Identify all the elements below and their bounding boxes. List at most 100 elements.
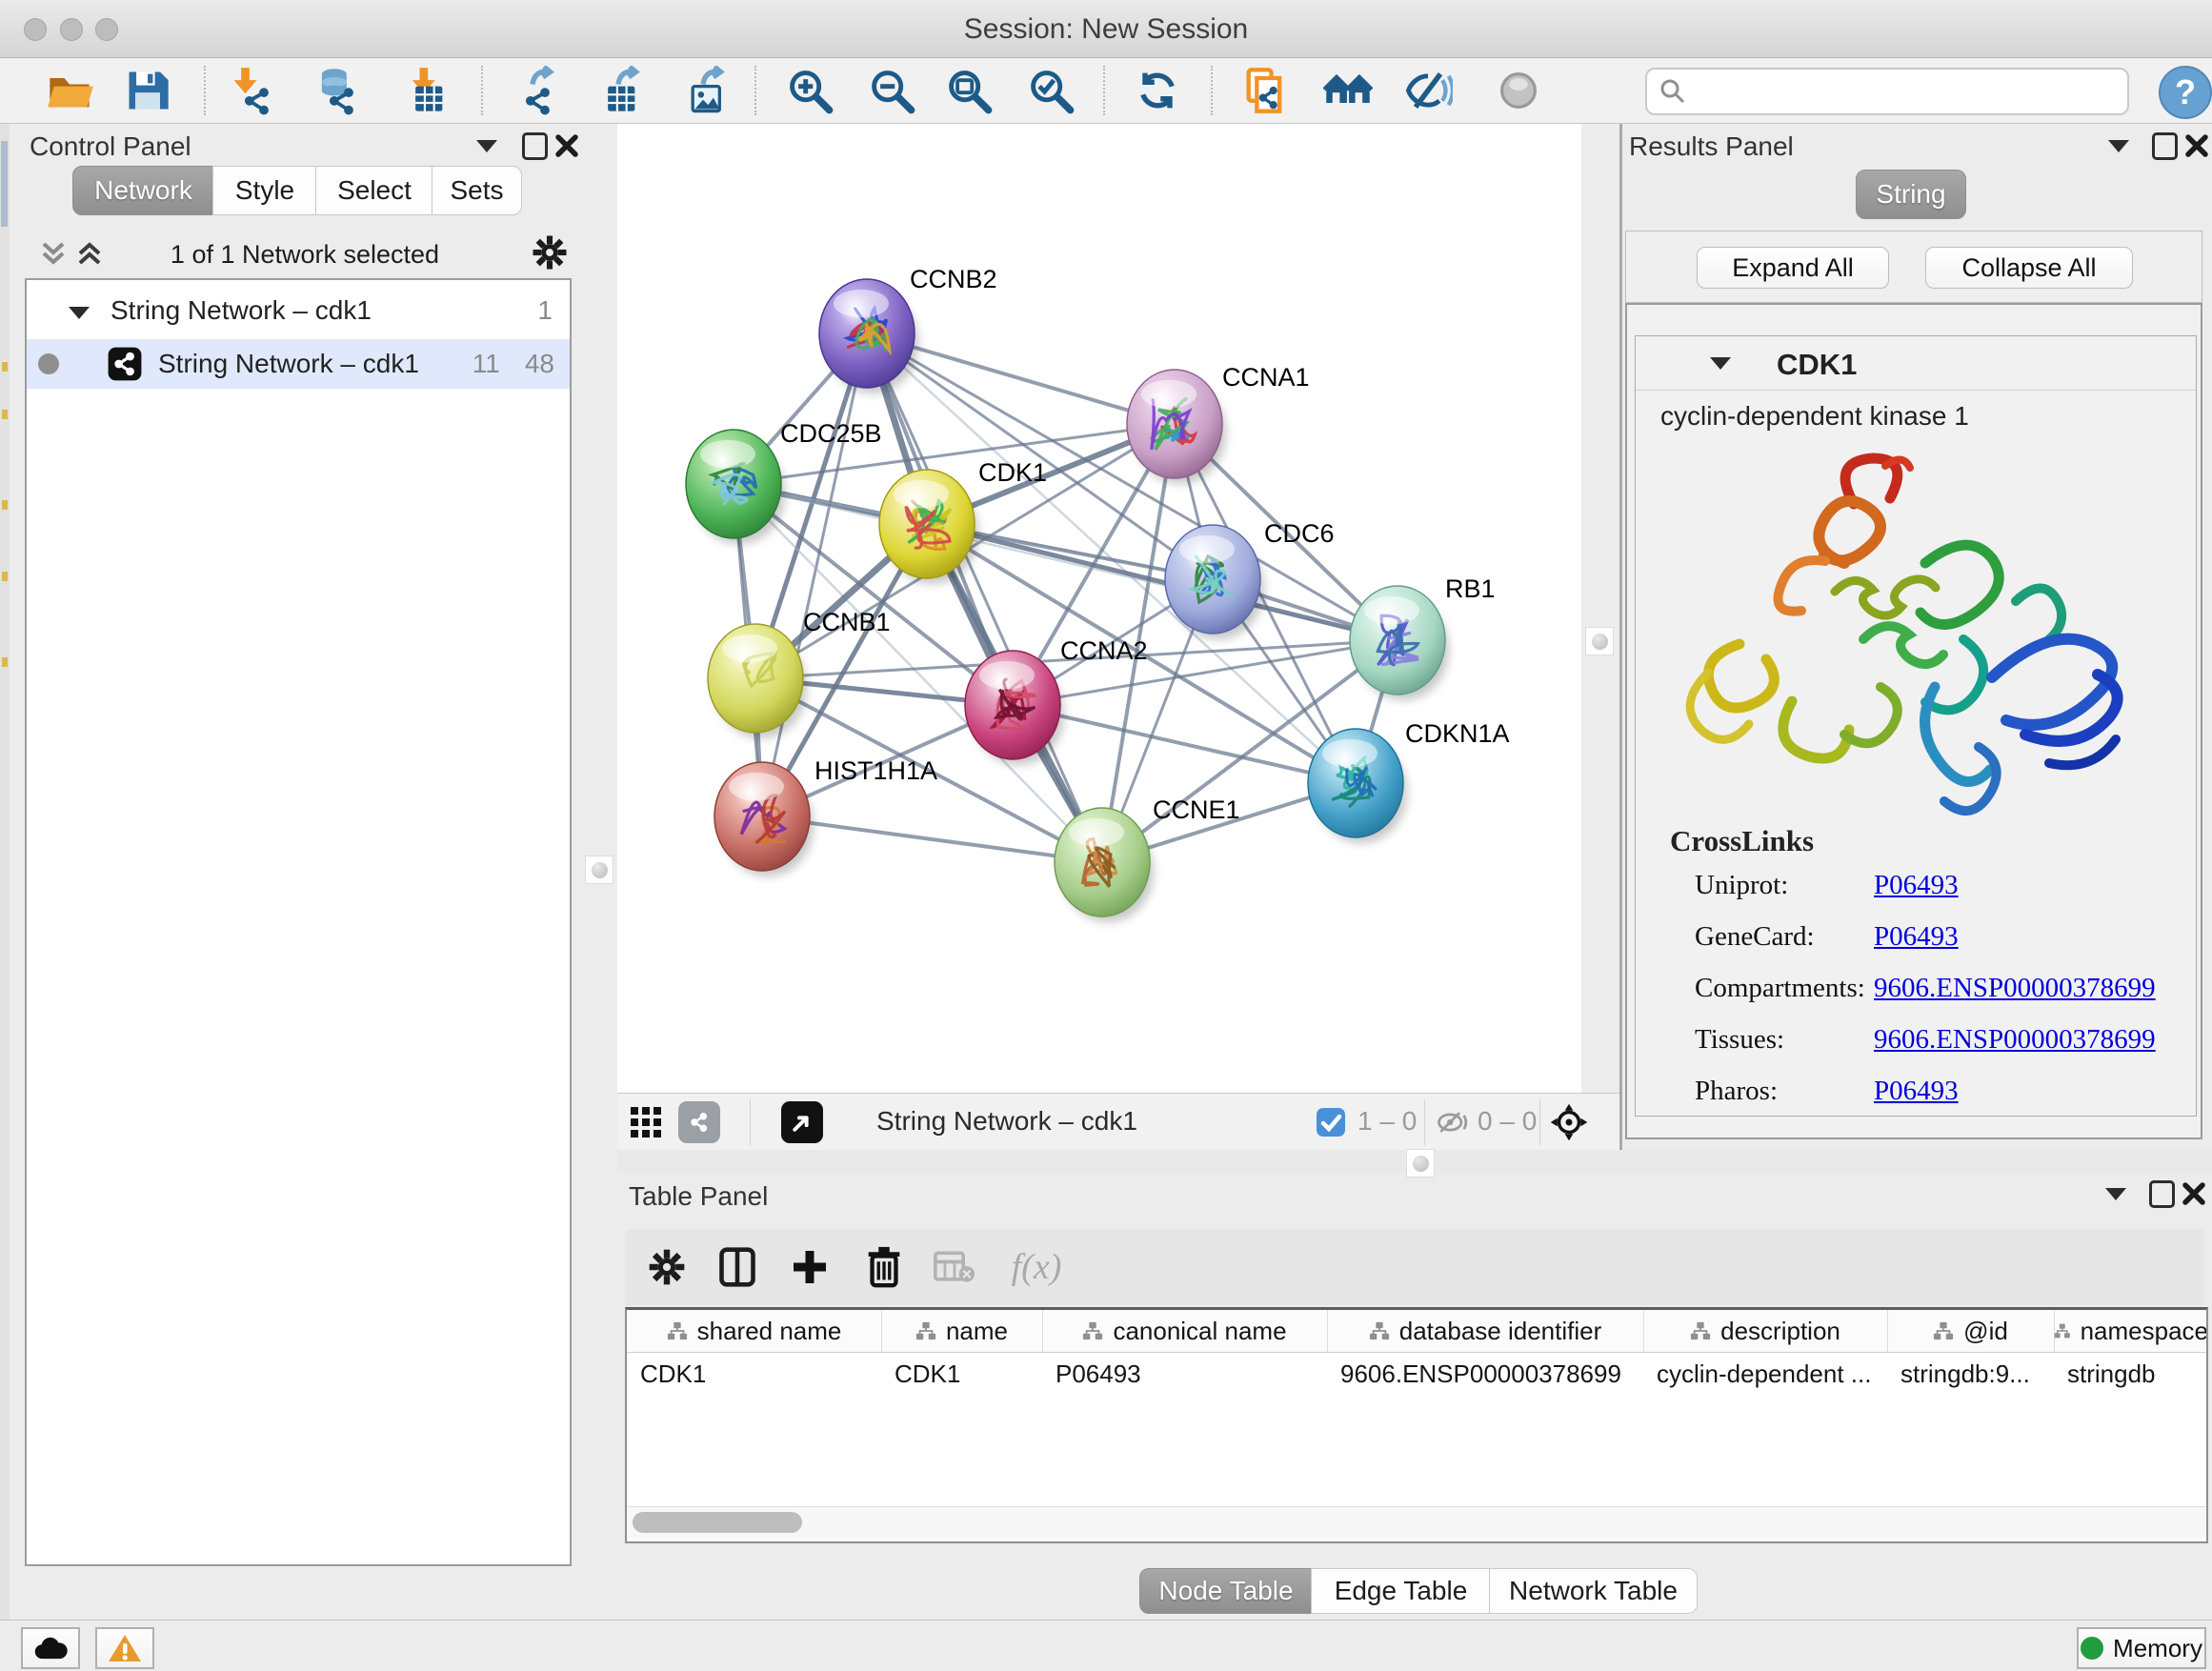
- column-header-namespace[interactable]: namespace: [2054, 1310, 2208, 1352]
- tab-network-table[interactable]: Network Table: [1489, 1568, 1698, 1614]
- network-node-HIST1H1A[interactable]: HIST1H1A: [714, 756, 937, 876]
- crosslinks-list: Uniprot:P06493GeneCard:P06493Compartment…: [1695, 870, 2190, 1127]
- selected-nodes-checkbox-icon[interactable]: [1316, 1107, 1346, 1137]
- add-column-icon[interactable]: [785, 1242, 835, 1292]
- results-panel-float-icon[interactable]: [2148, 130, 2181, 162]
- network-node-RB1[interactable]: RB1: [1350, 574, 1496, 700]
- export-network-button[interactable]: [506, 64, 559, 117]
- warnings-button[interactable]: [95, 1627, 154, 1669]
- collection-label: String Network – cdk1: [111, 295, 372, 326]
- right-splitter-handle[interactable]: [1585, 627, 1614, 655]
- share-network-icon[interactable]: [678, 1101, 720, 1143]
- protein-structure-image: [1649, 449, 2182, 830]
- tab-node-table[interactable]: Node Table: [1139, 1568, 1313, 1614]
- help-button[interactable]: ?: [2159, 66, 2212, 119]
- import-network-button[interactable]: [225, 64, 278, 117]
- results-scroll-area: CDK1 cyclin-dependent kinase 1: [1625, 303, 2202, 1139]
- control-panel-float-icon[interactable]: [518, 130, 551, 162]
- column-header-canonical-name[interactable]: canonical name: [1042, 1310, 1328, 1352]
- network-node-CDK1[interactable]: CDK1: [879, 458, 1047, 584]
- table-cell[interactable]: CDK1: [627, 1353, 881, 1395]
- table-settings-gear-icon[interactable]: [642, 1242, 692, 1292]
- results-panel-collapse-icon[interactable]: [2102, 130, 2135, 162]
- search-box: [1645, 68, 2129, 115]
- column-header--id[interactable]: @id: [1887, 1310, 2055, 1352]
- network-options-gear-icon[interactable]: [530, 232, 570, 272]
- table-cell[interactable]: CDK1: [881, 1353, 1042, 1395]
- presentation-button[interactable]: [1492, 64, 1545, 117]
- network-node-CCNB2[interactable]: CCNB2: [819, 265, 997, 393]
- protein-collapse-icon[interactable]: [1710, 357, 1731, 370]
- collapse-all-button[interactable]: Collapse All: [1925, 247, 2133, 289]
- network-row[interactable]: String Network – cdk1 11 48: [27, 339, 570, 389]
- column-header-database-identifier[interactable]: database identifier: [1327, 1310, 1644, 1352]
- save-session-button[interactable]: [121, 64, 174, 117]
- crosslink-label: GeneCard:: [1695, 921, 1874, 953]
- table-horizontal-scrollbar[interactable]: [627, 1506, 2206, 1539]
- network-view-canvas[interactable]: CCNB2CCNA1CDC25BCDK1CDC6RB1CCNB1CCNA2CDK…: [617, 124, 1581, 1093]
- tab-style[interactable]: Style: [212, 166, 317, 215]
- table-row[interactable]: CDK1CDK1P064939606.ENSP00000378699cyclin…: [627, 1353, 2206, 1395]
- scrollbar-thumb[interactable]: [633, 1512, 802, 1533]
- table-cell[interactable]: cyclin-dependent ...: [1643, 1353, 1887, 1395]
- export-table-button[interactable]: [592, 64, 645, 117]
- table-cell[interactable]: P06493: [1042, 1353, 1327, 1395]
- column-header-shared-name[interactable]: shared name: [627, 1310, 882, 1352]
- crosslink-value-link[interactable]: 9606.ENSP00000378699: [1874, 1024, 2156, 1056]
- results-panel-close-icon[interactable]: [2181, 130, 2212, 162]
- memory-button[interactable]: Memory: [2077, 1627, 2206, 1669]
- network-collection-row[interactable]: String Network – cdk1 1: [27, 286, 570, 335]
- grid-view-icon[interactable]: [625, 1101, 667, 1143]
- crosslink-row: Tissues:9606.ENSP00000378699: [1695, 1024, 2190, 1056]
- left-splitter-handle[interactable]: [585, 856, 613, 884]
- zoom-in-button[interactable]: [783, 64, 836, 117]
- search-input[interactable]: [1697, 72, 2120, 109]
- import-database-button[interactable]: [310, 64, 363, 117]
- tab-string[interactable]: String: [1856, 170, 1966, 219]
- crosslink-value-link[interactable]: 9606.ENSP00000378699: [1874, 973, 2156, 1004]
- control-panel-close-icon[interactable]: [551, 130, 583, 162]
- fit-selected-crosshair-icon[interactable]: [1549, 1102, 1589, 1142]
- string-home-button[interactable]: [1321, 64, 1375, 117]
- table-panel-close-icon[interactable]: [2178, 1178, 2210, 1210]
- protein-header-row[interactable]: CDK1: [1636, 336, 2196, 391]
- table-panel-float-icon[interactable]: [2145, 1178, 2178, 1210]
- tab-select[interactable]: Select: [315, 166, 433, 215]
- network-list: String Network – cdk1 1 String Network –…: [25, 278, 572, 1566]
- table-cell[interactable]: 9606.ENSP00000378699: [1327, 1353, 1643, 1395]
- node-label: CCNB1: [803, 608, 891, 636]
- show-columns-icon[interactable]: [713, 1242, 762, 1292]
- network-node-CDKN1A[interactable]: CDKN1A: [1308, 719, 1510, 843]
- zoom-out-button[interactable]: [865, 64, 918, 117]
- crosslink-value-link[interactable]: P06493: [1874, 921, 1959, 953]
- column-header-description[interactable]: description: [1643, 1310, 1888, 1352]
- node-label: HIST1H1A: [814, 756, 937, 785]
- refresh-button[interactable]: [1131, 64, 1184, 117]
- zoom-fit-button[interactable]: [942, 64, 995, 117]
- collection-expand-icon[interactable]: [69, 295, 90, 326]
- crosslink-value-link[interactable]: P06493: [1874, 870, 1959, 901]
- network-node-CCNE1[interactable]: CCNE1: [1055, 795, 1240, 922]
- control-panel-collapse-icon[interactable]: [471, 130, 503, 162]
- crosslink-value-link[interactable]: P06493: [1874, 1076, 1959, 1107]
- tab-sets[interactable]: Sets: [432, 166, 522, 215]
- table-cell[interactable]: stringdb: [2054, 1353, 2208, 1395]
- cloud-status-button[interactable]: [21, 1627, 80, 1669]
- tab-network[interactable]: Network: [72, 166, 214, 215]
- expand-all-button[interactable]: Expand All: [1697, 247, 1889, 289]
- column-header-name[interactable]: name: [881, 1310, 1043, 1352]
- collapse-all-chevron-icon[interactable]: [36, 236, 70, 271]
- hide-panels-button[interactable]: [1401, 64, 1455, 117]
- delete-column-trash-icon[interactable]: [859, 1242, 909, 1292]
- network-node-CDC6[interactable]: CDC6: [1165, 519, 1335, 639]
- import-table-button[interactable]: [399, 64, 452, 117]
- table-cell[interactable]: stringdb:9...: [1887, 1353, 2054, 1395]
- tab-edge-table[interactable]: Edge Table: [1311, 1568, 1491, 1614]
- export-image-button[interactable]: [676, 64, 730, 117]
- zoom-selected-button[interactable]: [1024, 64, 1077, 117]
- expand-all-chevron-icon[interactable]: [72, 236, 107, 271]
- birdseye-toggle-icon[interactable]: [781, 1101, 823, 1143]
- open-session-button[interactable]: [44, 64, 97, 117]
- table-panel-collapse-icon[interactable]: [2100, 1178, 2132, 1210]
- clone-network-button[interactable]: [1238, 64, 1292, 117]
